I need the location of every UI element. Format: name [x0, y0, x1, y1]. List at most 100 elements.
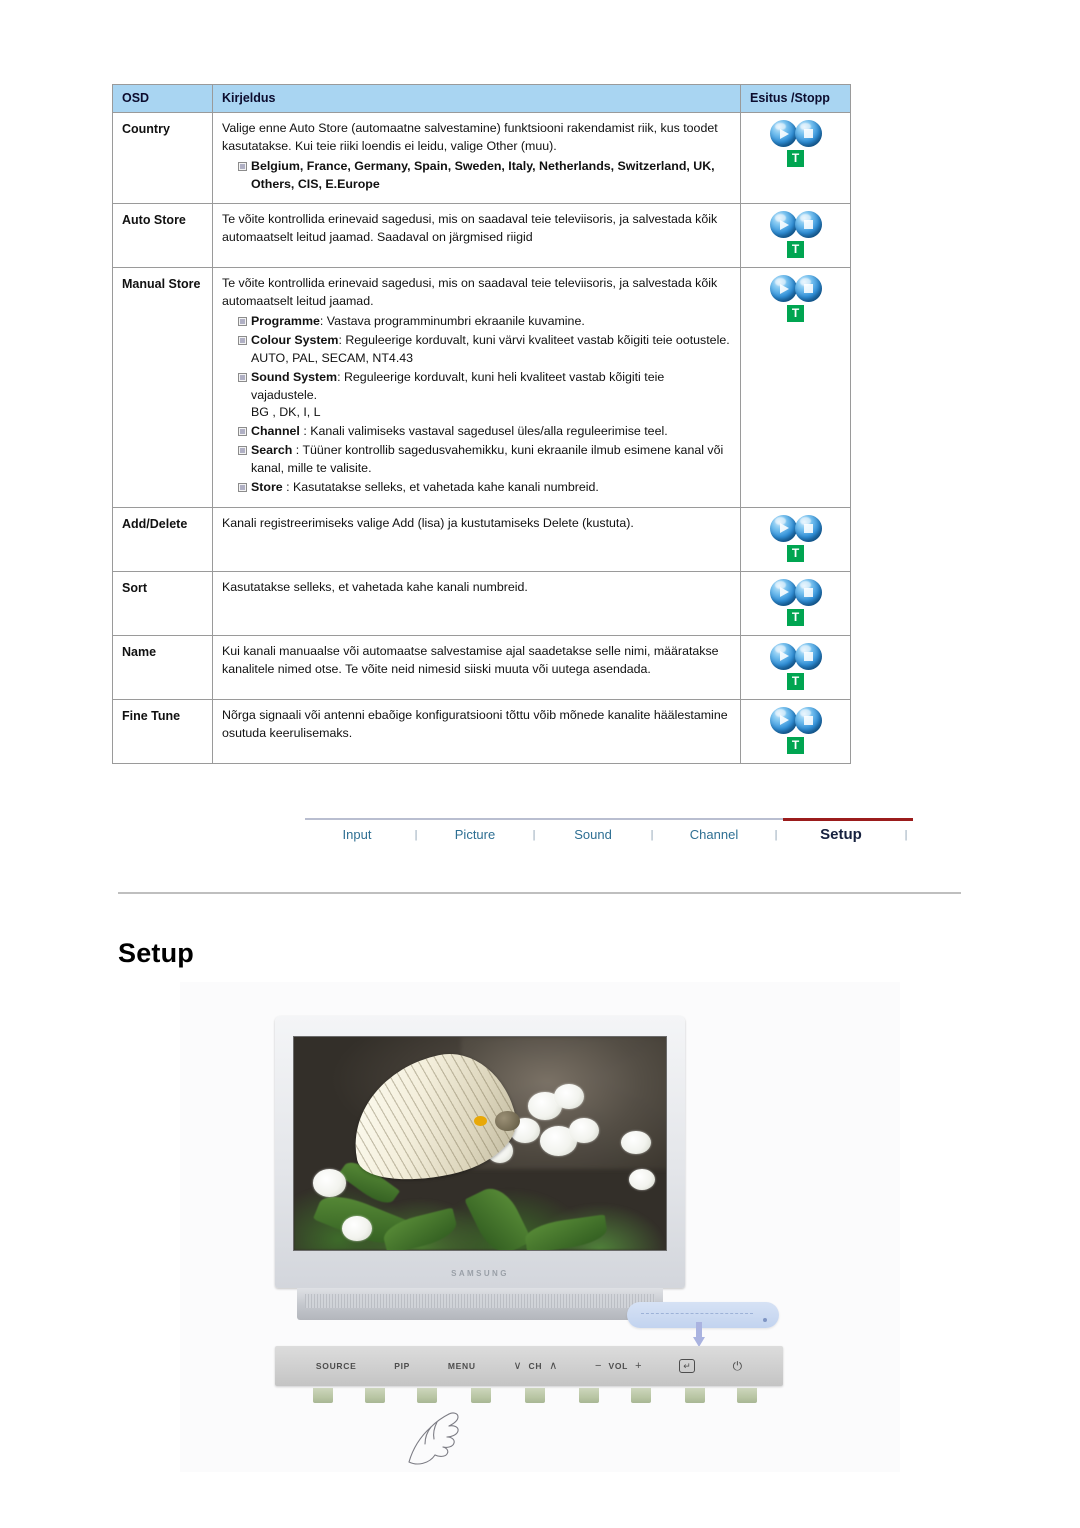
osd-item-description: Valige enne Auto Store (automaatne salve…: [212, 111, 741, 205]
osd-item-name: Auto Store: [112, 203, 213, 269]
butterfly-head: [495, 1110, 521, 1132]
nav-item-picture[interactable]: Picture: [423, 827, 527, 842]
control-group-volume[interactable]: − VOL +: [595, 1360, 641, 1372]
play-stop-control[interactable]: T: [769, 275, 822, 323]
play-stop-control[interactable]: T: [769, 642, 822, 690]
osd-item-name: Sort: [112, 570, 213, 636]
monitor-bezel: SAMSUNG: [275, 1016, 685, 1288]
osd-item-playstop-cell[interactable]: T: [740, 570, 851, 636]
play-icon[interactable]: [769, 211, 797, 239]
control-button-vol[interactable]: VOL: [608, 1361, 628, 1371]
play-stop-control[interactable]: T: [769, 706, 822, 754]
control-button-cap[interactable]: [417, 1388, 437, 1403]
osd-item-playstop-cell[interactable]: T: [740, 634, 851, 700]
nav-item-input[interactable]: Input: [305, 827, 409, 842]
bullet-square-icon: [238, 372, 247, 382]
text-badge: T: [787, 305, 804, 323]
nav-item-setup[interactable]: Setup: [783, 826, 899, 843]
description-paragraph: Valige enne Auto Store (automaatne salve…: [222, 121, 718, 153]
description-paragraph: Nõrga signaali või antenni ebaõige konfi…: [222, 707, 728, 740]
play-icon[interactable]: [769, 706, 797, 734]
play-stop-spheres[interactable]: [769, 275, 822, 303]
stop-icon[interactable]: [794, 275, 822, 303]
play-icon[interactable]: [769, 120, 797, 147]
control-button-cap[interactable]: [737, 1388, 757, 1403]
play-stop-control[interactable]: T: [769, 211, 822, 259]
power-icon[interactable]: ⏻: [733, 1360, 743, 1372]
description-sublist-item: Colour System: Reguleerige korduvalt, ku…: [238, 332, 731, 368]
play-stop-control[interactable]: T: [769, 578, 822, 626]
play-icon[interactable]: [769, 578, 797, 606]
nav-separator: |: [904, 828, 908, 841]
photo-butterfly: [339, 1042, 525, 1194]
description-sublist: Belgium, France, Germany, Spain, Sweden,…: [222, 158, 731, 194]
table-header: OSD Kirjeldus Esitus /Stopp: [112, 84, 851, 113]
control-button-ch[interactable]: CH: [529, 1361, 543, 1371]
osd-item-name: Fine Tune: [112, 698, 213, 764]
osd-item-name: Name: [112, 634, 213, 700]
chevron-down-icon[interactable]: ∨: [513, 1360, 521, 1372]
sublist-term: Sound System: [251, 369, 338, 384]
play-stop-spheres[interactable]: [769, 514, 822, 542]
control-button-cap[interactable]: [685, 1388, 705, 1403]
table-body: Country Valige enne Auto Store (automaatn…: [112, 111, 851, 764]
navbar-items: Input | Picture | Sound | Channel | Setup |: [305, 826, 908, 843]
play-stop-spheres[interactable]: [769, 211, 822, 239]
control-button-cap[interactable]: [471, 1388, 491, 1403]
play-stop-control[interactable]: T: [769, 120, 822, 167]
play-icon[interactable]: [769, 514, 797, 542]
plus-icon[interactable]: +: [635, 1360, 641, 1372]
play-icon[interactable]: [769, 642, 797, 670]
callout-dashed-line: [641, 1313, 753, 1314]
control-button-cap[interactable]: [579, 1388, 599, 1403]
sublist-term: Belgium, France, Germany, Spain, Sweden,…: [251, 158, 715, 191]
control-button-cap[interactable]: [365, 1388, 385, 1403]
stop-icon[interactable]: [794, 578, 822, 606]
stop-icon[interactable]: [794, 706, 822, 734]
bullet-square-icon: [238, 482, 247, 492]
osd-item-playstop-cell[interactable]: T: [740, 698, 851, 764]
osd-item-playstop-cell[interactable]: T: [740, 111, 851, 205]
play-stop-spheres[interactable]: [769, 706, 822, 734]
osd-item-playstop-cell[interactable]: T: [740, 506, 851, 572]
play-stop-control[interactable]: T: [769, 514, 822, 562]
play-stop-spheres[interactable]: [769, 578, 822, 606]
page-title: Setup: [118, 938, 195, 968]
control-button-cap[interactable]: [313, 1388, 333, 1403]
control-panel-button-caps: [275, 1388, 783, 1404]
osd-item-description: Kasutatakse selleks, et vahetada kahe ka…: [212, 570, 741, 636]
stop-icon[interactable]: [794, 514, 822, 542]
control-button-cap[interactable]: [525, 1388, 545, 1403]
osd-item-playstop-cell[interactable]: T: [740, 267, 851, 508]
enter-icon[interactable]: ↵: [679, 1359, 695, 1373]
stop-icon[interactable]: [794, 120, 822, 147]
nav-item-sound[interactable]: Sound: [541, 827, 645, 842]
chevron-up-icon[interactable]: ∧: [549, 1360, 557, 1372]
control-button-cap[interactable]: [631, 1388, 651, 1403]
description-sublist-item: Search : Tüüner kontrollib sagedusvahemi…: [238, 442, 731, 478]
text-badge: T: [787, 241, 804, 259]
control-button-menu[interactable]: MENU: [448, 1361, 476, 1371]
play-stop-spheres[interactable]: [769, 642, 822, 670]
nav-item-channel[interactable]: Channel: [659, 827, 769, 842]
stop-icon[interactable]: [794, 642, 822, 670]
play-stop-spheres[interactable]: [769, 120, 822, 147]
play-icon[interactable]: [769, 275, 797, 303]
photo-flower: [312, 1169, 347, 1197]
control-group-channel[interactable]: ∨ CH ∧: [513, 1360, 557, 1372]
bullet-square-icon: [238, 446, 247, 456]
description-sublist: Programme: Vastava programminumbri ekraa…: [222, 313, 731, 497]
osd-item-playstop-cell[interactable]: T: [740, 203, 851, 269]
control-button-pip[interactable]: PIP: [394, 1361, 410, 1371]
description-sublist-item: Sound System: Reguleerige korduvalt, kun…: [238, 369, 731, 423]
bullet-square-icon: [238, 317, 247, 327]
table-row: Fine Tune Nõrga signaali või antenni ebaõ…: [112, 698, 851, 764]
control-button-source[interactable]: SOURCE: [316, 1361, 357, 1371]
sublist-term: Colour System: [251, 333, 339, 348]
minus-icon[interactable]: −: [595, 1360, 601, 1372]
monitor-brand-label: SAMSUNG: [451, 1269, 509, 1278]
table-row: Country Valige enne Auto Store (automaatn…: [112, 111, 851, 205]
stop-icon[interactable]: [794, 211, 822, 239]
bullet-square-icon: [238, 161, 247, 171]
text-badge: T: [787, 608, 804, 626]
